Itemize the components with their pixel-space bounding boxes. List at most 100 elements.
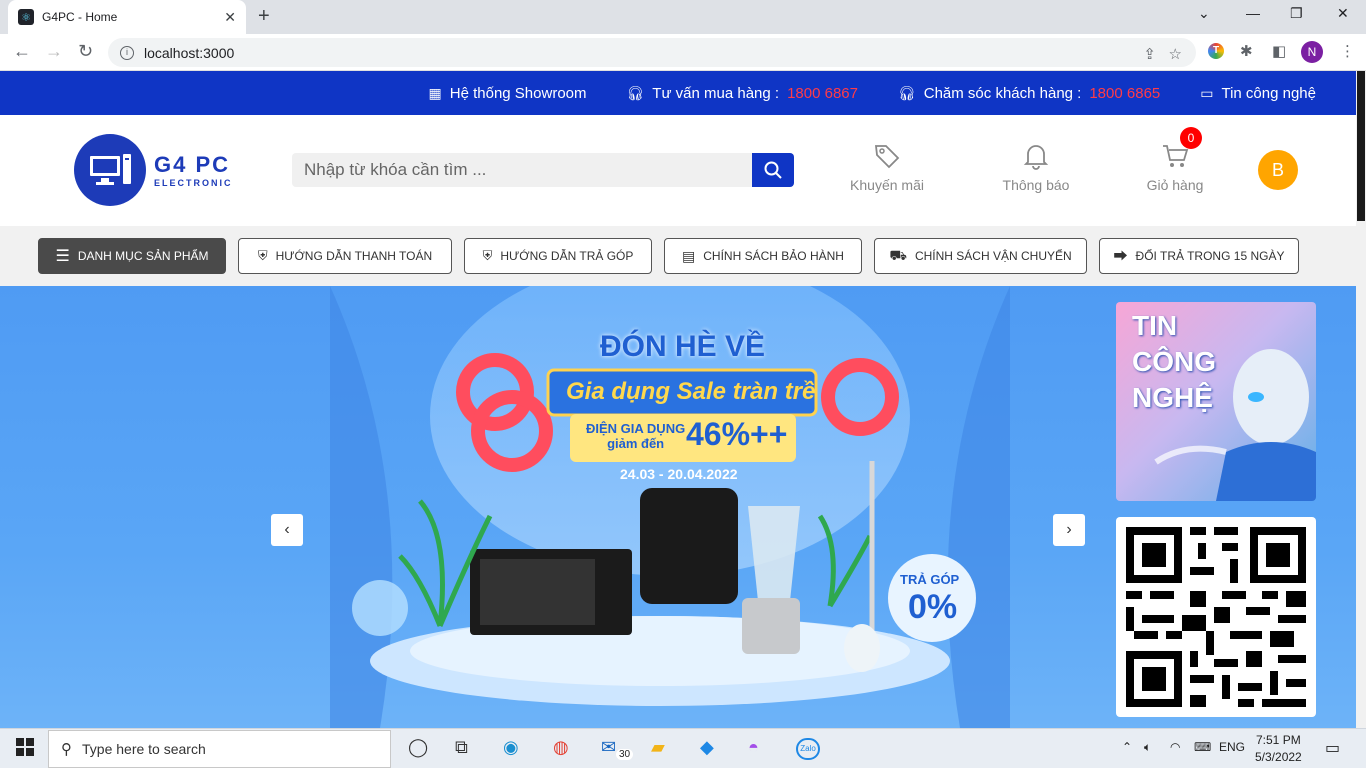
banner-dates: 24.03 - 20.04.2022 <box>620 466 738 482</box>
payment-guide-button[interactable]: ⛨ HƯỚNG DẪN THANH TOÁN <box>238 238 452 274</box>
banner-discount-label: ĐIỆN GIA DỤNG giảm đến <box>586 421 685 451</box>
payment-guide-label: HƯỚNG DẪN THANH TOÁN <box>275 249 433 263</box>
keyboard-icon[interactable]: ⌨ <box>1194 740 1211 754</box>
task-view-icon[interactable]: ⧉ <box>455 737 468 758</box>
profile-avatar[interactable]: N <box>1301 41 1323 63</box>
tech-news-label: Tin công nghệ <box>1221 84 1316 102</box>
react-icon: ⚛ <box>18 9 34 25</box>
cart-label: Giỏ hàng <box>1146 177 1204 193</box>
info-icon[interactable]: i <box>120 45 134 60</box>
shipping-policy-label: CHÍNH SÁCH VẬN CHUYỂN <box>914 249 1072 263</box>
minimize-icon[interactable]: — <box>1246 5 1260 21</box>
discount-label-line1: ĐIỆN GIA DỤNG <box>586 421 686 436</box>
user-avatar[interactable]: B <box>1258 150 1298 190</box>
warranty-policy-label: CHÍNH SÁCH BẢO HÀNH <box>703 249 844 263</box>
installment-guide-label: HƯỚNG DẪN TRẢ GÓP <box>500 249 634 263</box>
file-explorer-icon[interactable]: ▰ <box>651 737 665 758</box>
notifications-center-icon[interactable]: ▭ <box>1325 738 1340 758</box>
banner-discount-value: 46%++ <box>686 416 788 452</box>
taskbar-clock[interactable]: 7:51 PM 5/3/2022 <box>1255 732 1302 766</box>
page-scrollbar-thumb[interactable] <box>1357 71 1365 221</box>
product-category-label: DANH MỤC SẢN PHẨM <box>77 249 209 263</box>
banner-installment-label: TRẢ GÓP <box>900 572 960 587</box>
extensions-puzzle-icon[interactable]: ✱ <box>1240 42 1253 60</box>
new-tab-button[interactable]: + <box>258 5 270 28</box>
clock-time: 7:51 PM <box>1256 733 1301 747</box>
ad-line2: CÔNG <box>1132 346 1216 377</box>
reload-icon[interactable]: ↻ <box>78 41 93 62</box>
browser-tabstrip: ⚛ G4PC - Home ✕ + ⌄ — ❐ ✕ <box>0 0 1366 34</box>
document-icon: ▤ <box>682 247 696 264</box>
zalo-icon[interactable]: Zalo <box>796 738 820 760</box>
installment-guide-button[interactable]: ⛨ HƯỚNG DẪN TRẢ GÓP <box>464 238 652 274</box>
taskbar-search-box[interactable]: ⚲ Type here to search <box>48 730 391 768</box>
language-indicator[interactable]: ENG <box>1219 740 1245 754</box>
search-bar <box>292 153 794 187</box>
computer-icon <box>74 134 146 206</box>
monitor-icon: ▭ <box>1200 84 1214 101</box>
chrome-icon[interactable]: ◍ <box>553 737 569 758</box>
tech-news-ad[interactable]: TIN CÔNG NGHỆ <box>1116 302 1316 501</box>
tech-news-ad-text: TIN CÔNG NGHỆ <box>1132 308 1216 416</box>
windows-start-icon[interactable] <box>16 738 34 761</box>
search-input[interactable] <box>292 153 752 187</box>
cortana-icon[interactable]: ◯ <box>408 737 428 758</box>
carousel-next-button[interactable]: › <box>1053 514 1085 546</box>
browser-toolbar: ← → ↻ i localhost:3000 ⇪ ☆ <box>0 34 1366 71</box>
returns-policy-button[interactable]: ⮕ ĐỔI TRẢ TRONG 15 NGÀY <box>1099 238 1299 274</box>
volume-icon[interactable]: 🔈︎ <box>1144 740 1151 755</box>
discount-label-line2: giảm đến <box>607 436 665 451</box>
browser-tab[interactable]: ⚛ G4PC - Home ✕ <box>8 0 246 34</box>
shipping-policy-button[interactable]: ⛟ CHÍNH SÁCH VẬN CHUYỂN <box>874 238 1087 274</box>
edge-icon[interactable]: ◉ <box>503 737 519 758</box>
tech-news-link[interactable]: ▭ Tin công nghệ <box>1200 85 1316 102</box>
tab-title: G4PC - Home <box>42 10 118 24</box>
site-header: G4 PC ELECTRONIC Khuyến mãi Thông báo 0 … <box>0 115 1356 226</box>
warranty-policy-button[interactable]: ▤ CHÍNH SÁCH BẢO HÀNH <box>664 238 862 274</box>
category-nav: ☰ DANH MỤC SẢN PHẨM ⛨ HƯỚNG DẪN THANH TO… <box>0 226 1356 286</box>
windows-taskbar: ⚲ Type here to search ◯ ⧉ ◉ ◍ ✉ 30 ▰ ◆ ◓… <box>0 728 1366 768</box>
share-icon[interactable]: ⇪ <box>1143 45 1156 63</box>
search-icon <box>764 161 782 179</box>
care-label: Chăm sóc khách hàng : <box>923 84 1082 102</box>
tag-icon <box>848 141 926 171</box>
banner-headline: ĐÓN HÈ VỀ <box>600 330 766 363</box>
chevron-up-icon[interactable]: ⌃ <box>1122 740 1132 754</box>
mail-icon[interactable]: ✉ <box>601 737 616 758</box>
messenger-icon[interactable]: ◓ <box>748 737 759 758</box>
side-panel-icon[interactable]: ◧ <box>1272 42 1286 60</box>
truck-icon: ⛟ <box>889 246 907 263</box>
headphones-icon: 🎧︎ <box>897 84 916 101</box>
care-hotline[interactable]: 🎧︎ Chăm sóc khách hàng : 1800 6865 <box>898 85 1160 102</box>
carousel-prev-button[interactable]: ‹ <box>271 514 303 546</box>
bookmark-star-icon[interactable]: ☆ <box>1169 45 1182 63</box>
banner-sale-text: Gia dụng Sale tràn trề <box>566 378 816 405</box>
close-tab-icon[interactable]: ✕ <box>224 9 236 26</box>
forward-icon[interactable]: → <box>45 41 63 62</box>
promo-link[interactable]: Khuyến mãi <box>848 141 926 193</box>
restore-icon[interactable]: ❐ <box>1290 5 1303 22</box>
qr-code <box>1116 517 1316 717</box>
showroom-link[interactable]: ▦ Hệ thống Showroom <box>429 85 587 102</box>
product-category-button[interactable]: ☰ DANH MỤC SẢN PHẨM <box>38 238 226 274</box>
qr-code-image <box>1126 527 1306 707</box>
close-window-icon[interactable]: ✕ <box>1337 5 1349 22</box>
sales-hotline[interactable]: 🎧︎ Tư vấn mua hàng : 1800 6867 <box>627 85 858 102</box>
hamburger-icon: ☰ <box>55 248 70 265</box>
vscode-icon[interactable]: ◆ <box>700 737 714 758</box>
menu-kebab-icon[interactable]: ⋮ <box>1340 42 1355 60</box>
site-logo[interactable]: G4 PC ELECTRONIC <box>74 134 233 206</box>
bell-icon <box>998 141 1074 171</box>
address-bar[interactable]: i localhost:3000 ⇪ ☆ <box>108 38 1196 67</box>
shield-icon: ⛨ <box>257 248 268 263</box>
sales-phone: 1800 6867 <box>787 84 858 102</box>
extension-t-icon[interactable]: T <box>1208 43 1224 59</box>
chevron-down-icon[interactable]: ⌄ <box>1198 5 1210 22</box>
notifications-link[interactable]: Thông báo <box>998 141 1074 193</box>
back-icon[interactable]: ← <box>13 41 31 62</box>
wifi-icon[interactable]: ◠ <box>1170 740 1180 754</box>
search-button[interactable] <box>752 153 794 187</box>
mail-count-badge: 30 <box>616 749 634 760</box>
cart-link[interactable]: 0 Giỏ hàng <box>1144 127 1206 193</box>
site-topbar: ▦ Hệ thống Showroom 🎧︎ Tư vấn mua hàng :… <box>0 71 1356 115</box>
